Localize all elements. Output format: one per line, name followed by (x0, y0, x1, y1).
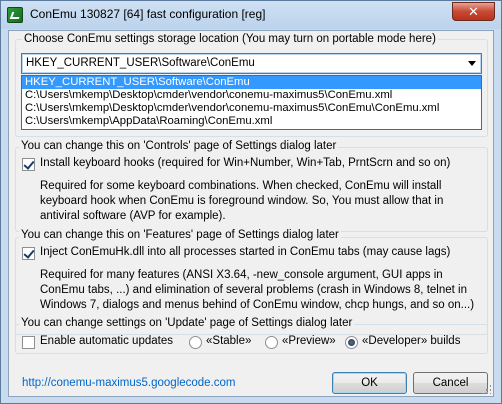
update-group-label: You can change settings on 'Update' page… (19, 317, 355, 329)
dialog-window: ConEmu 130827 [64] fast configuration [r… (0, 0, 502, 404)
radio-preview[interactable] (265, 336, 278, 349)
radio-stable-label[interactable]: «Stable» (206, 335, 251, 347)
title-bar[interactable]: ConEmu 130827 [64] fast configuration [r… (1, 1, 501, 29)
cancel-button[interactable]: Cancel (413, 372, 488, 394)
storage-option[interactable]: HKEY_CURRENT_USER\Software\ConEmu (22, 76, 481, 89)
storage-dropdown-list[interactable]: HKEY_CURRENT_USER\Software\ConEmu C:\Use… (21, 75, 482, 130)
window-title: ConEmu 130827 [64] fast configuration [r… (30, 7, 266, 21)
keyboard-hooks-checkbox[interactable] (22, 158, 35, 171)
conemu-app-icon (7, 7, 23, 23)
chevron-down-icon[interactable] (468, 61, 476, 66)
ok-button[interactable]: OK (332, 372, 407, 394)
inject-hooks-label[interactable]: Inject ConEmuHk.dll into all processes s… (40, 246, 450, 258)
storage-option[interactable]: C:\Users\mkemp\AppData\Roaming\ConEmu.xm… (22, 115, 481, 128)
radio-developer[interactable] (345, 336, 358, 349)
auto-update-label[interactable]: Enable automatic updates (40, 335, 173, 347)
homepage-link[interactable]: http://conemu-maximus5.googlecode.com (22, 377, 236, 389)
close-button[interactable]: ✕ (452, 2, 495, 21)
auto-update-checkbox[interactable] (22, 336, 35, 349)
radio-preview-label[interactable]: «Preview» (282, 335, 336, 347)
controls-group-label: You can change this on 'Controls' page o… (19, 140, 339, 152)
inject-hooks-checkbox[interactable] (22, 247, 35, 260)
radio-stable[interactable] (189, 336, 202, 349)
storage-location-select[interactable]: HKEY_CURRENT_USER\Software\ConEmu (21, 53, 482, 74)
storage-option[interactable]: C:\Users\mkemp\Desktop\cmder\vendor\cone… (22, 89, 481, 102)
radio-developer-label[interactable]: «Developer» builds (362, 335, 460, 347)
dialog-client-area: Choose ConEmu settings storage location … (8, 30, 494, 397)
keyboard-hooks-label[interactable]: Install keyboard hooks (required for Win… (40, 157, 450, 169)
storage-option[interactable]: C:\Users\mkemp\Desktop\cmder\vendor\cone… (22, 102, 481, 115)
storage-selected-value: HKEY_CURRENT_USER\Software\ConEmu (26, 57, 255, 69)
inject-hooks-description: Required for many features (ANSI X3.64, … (40, 269, 475, 311)
features-group-label: You can change this on 'Features' page o… (19, 229, 341, 241)
storage-group-label: Choose ConEmu settings storage location … (22, 33, 438, 45)
keyboard-hooks-description: Required for some keyboard combinations.… (40, 180, 444, 222)
